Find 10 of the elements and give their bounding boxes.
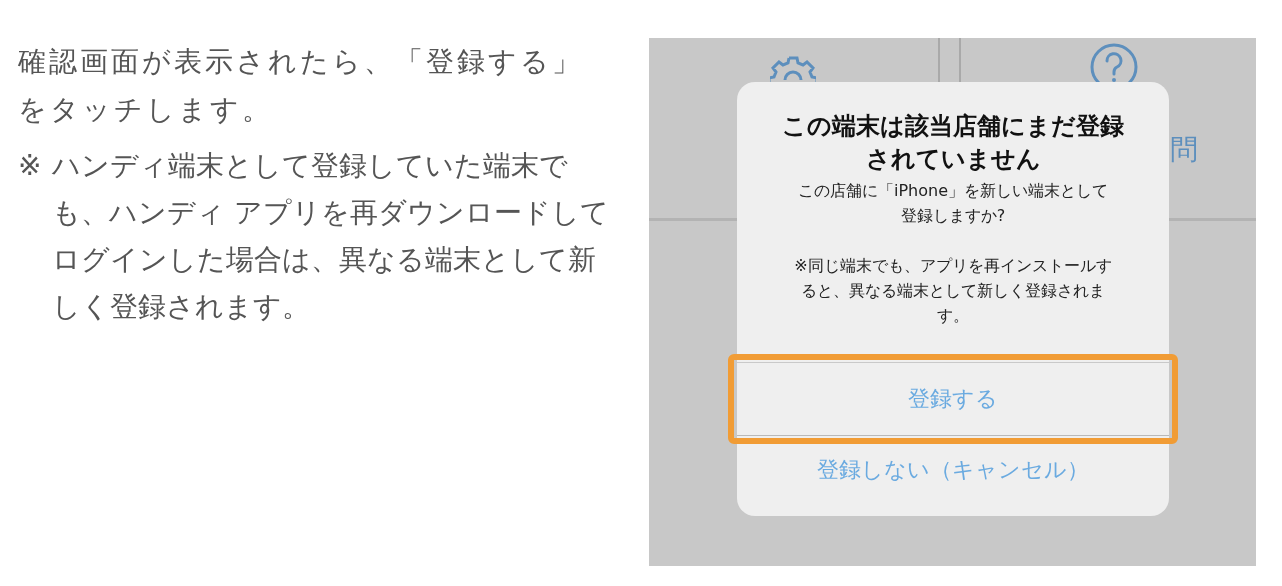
- dialog-title: この端末は該当店舗にまだ登録されていません: [781, 111, 1125, 175]
- note-mark: ※: [18, 148, 43, 184]
- gear-icon: [770, 56, 816, 82]
- dialog-note: ※同じ端末でも、アプリを再インストールすると、異なる端末として新しく登録されます。: [794, 255, 1112, 327]
- menu-label: 問: [1170, 132, 1198, 168]
- dialog-message: この店舗に「iPhone」を新しい端末として登録しますか?: [797, 180, 1109, 227]
- instruction-text: 確認画面が表示されたら、「登録する」をタッチします。: [18, 44, 583, 128]
- dialog-button[interactable]: 登録しない（キャンセル）: [737, 436, 1169, 504]
- note-text: ハンディ端末として登録していた端末でも、ハンディ アプリを再ダウンロードしてログインした場合は、異なる端末として新しく登録されます。: [52, 148, 610, 325]
- dialog-button[interactable]: 登録する: [737, 362, 1169, 436]
